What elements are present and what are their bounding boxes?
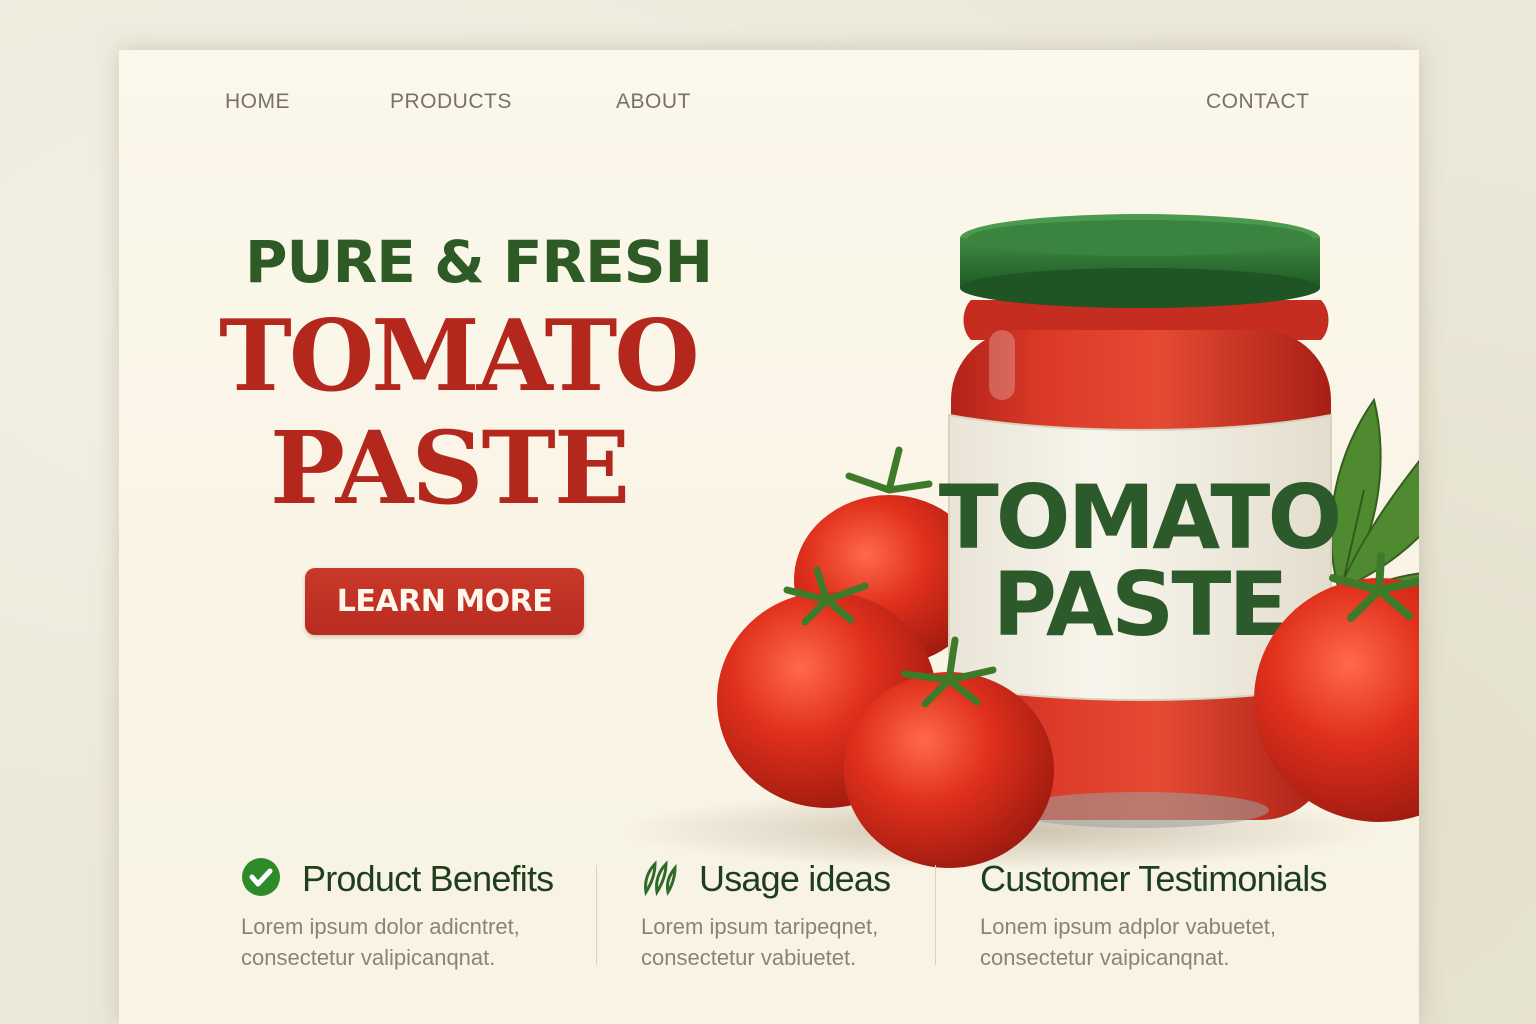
feature-product-benefits: Product Benefits Lorem ipsum dolor adicn… [241,855,571,973]
product-image: TOMATO PASTE [619,214,1419,870]
check-circle-icon [241,857,281,902]
jar-label-line2: PASTE [992,553,1285,656]
nav-about-link[interactable]: ABOUT [616,90,691,114]
feature-usage-ideas: Usage ideas Lorem ipsum taripeqnet, cons… [641,855,971,973]
feature-text: Lorem ipsum taripeqnet, consectetur vabi… [641,914,879,970]
nav-products-link[interactable]: PRODUCTS [390,90,512,114]
nav-home-link[interactable]: HOME [225,90,290,114]
herb-leaves-icon [641,858,679,901]
feature-title: Customer Testimonials [980,858,1327,899]
feature-title: Usage ideas [699,858,891,899]
feature-customer-testimonials: Customer Testimonials Lonem ipsum adplor… [980,855,1327,973]
learn-more-button[interactable]: LEARN MORE [305,568,584,635]
tomato-back-top [845,446,933,494]
feature-title: Product Benefits [302,858,554,899]
feature-divider [596,865,597,965]
landing-card: HOME PRODUCTS ABOUT CONTACT PURE & FRESH… [119,50,1419,1024]
feature-text: Lorem ipsum dolor adicntret, consectetur… [241,914,520,970]
nav-contact-link[interactable]: CONTACT [1206,90,1309,114]
feature-divider [935,865,936,965]
feature-text: Lonem ipsum adplor vabuetet, consectetur… [980,914,1276,970]
